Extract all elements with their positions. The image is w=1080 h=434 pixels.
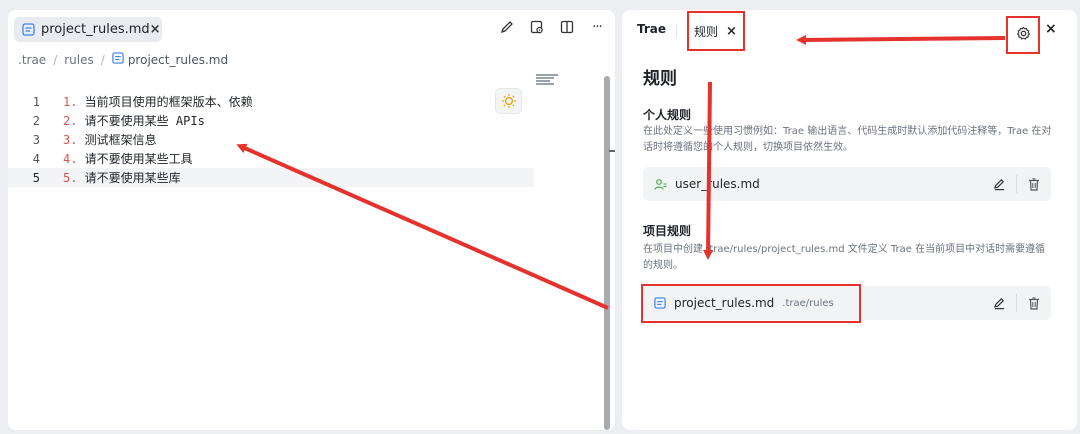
user-rules-filename: user_rules.md xyxy=(675,177,760,191)
scroll-marker xyxy=(609,150,615,152)
personal-rules-title: 个人规则 xyxy=(643,108,692,122)
user-icon xyxy=(654,178,667,191)
line-content: 测试框架信息 xyxy=(77,133,157,147)
code-text: 5. 请不要使用某些库 xyxy=(63,169,181,186)
close-panel-icon[interactable]: × xyxy=(1045,21,1057,37)
close-tab-icon[interactable]: × xyxy=(726,24,737,39)
markdown-file-icon xyxy=(112,52,124,67)
breadcrumb: .trae / rules / project_rules.md xyxy=(18,52,228,67)
line-content: 请不要使用某些 APIs xyxy=(77,114,205,128)
file-tab-label: project_rules.md xyxy=(41,22,150,37)
line-number: 5 xyxy=(32,170,40,185)
code-line[interactable]: 4 4. 请不要使用某些工具 xyxy=(8,149,534,168)
preview-icon[interactable] xyxy=(529,19,545,35)
tab-trae[interactable]: Trae xyxy=(637,22,666,36)
list-number: 5. xyxy=(63,171,78,185)
tab-divider xyxy=(676,24,677,38)
list-number: 2. xyxy=(63,114,78,128)
line-number: 3 xyxy=(32,132,40,147)
user-rules-card[interactable]: user_rules.md xyxy=(643,167,1051,201)
code-line-active[interactable]: 5 5. 请不要使用某些库 xyxy=(8,168,534,187)
code-line[interactable]: 2 2. 请不要使用某些 APIs xyxy=(8,111,534,130)
code-text: 3. 测试框架信息 xyxy=(63,131,157,148)
code-text: 1. 当前项目使用的框架版本、依赖 xyxy=(63,93,253,110)
project-rules-title: 项目规则 xyxy=(643,224,692,238)
line-content: 请不要使用某些库 xyxy=(77,171,181,185)
personal-rules-desc: 在此处定义一些使用习惯例如：Trae 输出语言、代码生成时默认添加代码注释等，T… xyxy=(643,126,1052,153)
edit-icon[interactable] xyxy=(982,178,1016,191)
code-text: 2. 请不要使用某些 APIs xyxy=(63,112,205,129)
lightbulb-icon[interactable] xyxy=(495,88,522,114)
line-number: 2 xyxy=(32,113,40,128)
trash-icon[interactable] xyxy=(1017,177,1051,191)
line-number: 4 xyxy=(32,151,40,166)
tab-rules[interactable]: 规则 × xyxy=(687,11,745,51)
more-icon[interactable]: ··· xyxy=(589,19,605,35)
line-content: 当前项目使用的框架版本、依赖 xyxy=(77,95,253,109)
split-icon[interactable] xyxy=(559,19,575,35)
gear-icon xyxy=(1016,26,1031,45)
code-text: 4. 请不要使用某些工具 xyxy=(63,150,193,167)
card-actions xyxy=(982,167,1051,201)
breadcrumb-folder[interactable]: rules xyxy=(64,53,94,67)
rules-panel: Trae 规则 × × 规则 个人规则 在此处定义一些使用习惯例如：Trae 输… xyxy=(622,10,1077,430)
breadcrumb-file[interactable]: project_rules.md xyxy=(112,52,228,67)
breadcrumb-file-label: project_rules.md xyxy=(127,52,229,67)
project-rules-highlight xyxy=(641,284,861,323)
markdown-file-icon xyxy=(22,23,35,36)
close-tab-icon[interactable]: × xyxy=(150,22,161,37)
tab-rules-label: 规则 xyxy=(694,24,719,39)
editor-pane: project_rules.md × ··· .trae / rules / p… xyxy=(8,10,615,430)
edit-icon[interactable] xyxy=(499,19,515,35)
code-line[interactable]: 1 1. 当前项目使用的框架版本、依赖 xyxy=(8,92,534,111)
settings-button[interactable] xyxy=(1006,16,1040,54)
line-number: 1 xyxy=(32,94,40,109)
code-editor[interactable]: 1 1. 当前项目使用的框架版本、依赖 2 2. 请不要使用某些 APIs 3 … xyxy=(8,86,615,430)
editor-toolbar: ··· xyxy=(499,19,605,35)
edit-icon[interactable] xyxy=(982,297,1016,310)
file-tab-project-rules[interactable]: project_rules.md × xyxy=(14,17,162,42)
list-number: 1. xyxy=(63,95,78,109)
list-number: 4. xyxy=(63,152,78,166)
list-number: 3. xyxy=(63,133,78,147)
line-content: 请不要使用某些工具 xyxy=(77,152,193,166)
code-line[interactable]: 3 3. 测试框架信息 xyxy=(8,130,534,149)
editor-scrollbar[interactable] xyxy=(604,76,610,430)
page-title: 规则 xyxy=(643,69,677,89)
breadcrumb-sep: / xyxy=(53,52,58,67)
project-rules-desc: 在项目中创建 .trae/rules/project_rules.md 文件定义… xyxy=(643,244,1046,271)
breadcrumb-sep: / xyxy=(100,52,105,67)
breadcrumb-root[interactable]: .trae xyxy=(18,53,46,67)
card-actions xyxy=(982,286,1051,320)
trash-icon[interactable] xyxy=(1017,296,1051,310)
